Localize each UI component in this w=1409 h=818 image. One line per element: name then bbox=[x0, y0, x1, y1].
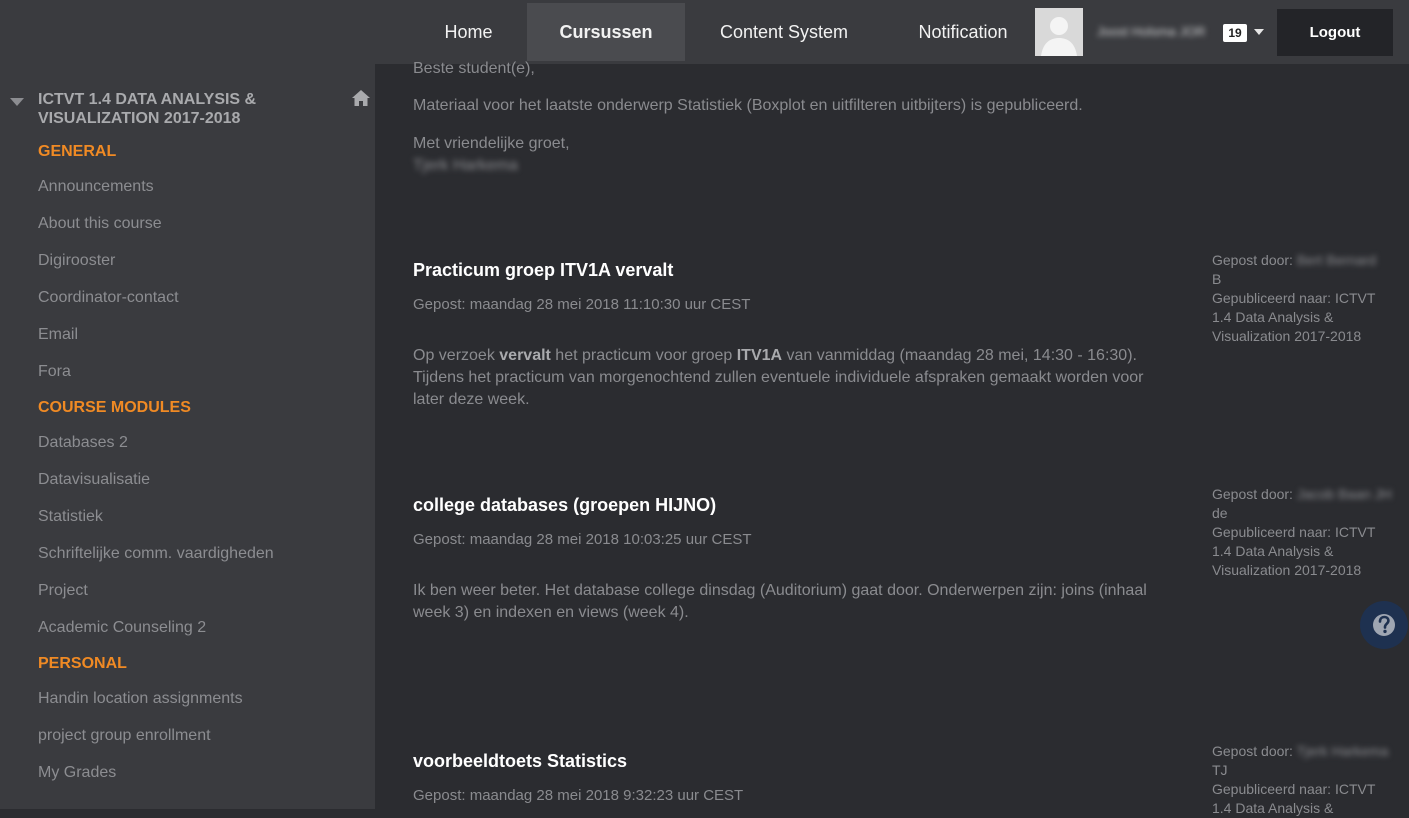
sidebar-item-statistiek[interactable]: Statistiek bbox=[38, 506, 103, 528]
collapse-triangle-icon[interactable] bbox=[10, 94, 24, 106]
question-mark-icon bbox=[1373, 614, 1395, 636]
help-button[interactable] bbox=[1360, 601, 1408, 649]
sidebar-item-email[interactable]: Email bbox=[38, 324, 78, 346]
announcement-title[interactable]: voorbeeldtoets Statistics bbox=[413, 750, 627, 772]
sidebar-item-project-group-enrollment[interactable]: project group enrollment bbox=[38, 725, 211, 747]
sidebar-item-datavisualisatie[interactable]: Datavisualisatie bbox=[38, 469, 150, 491]
home-icon[interactable] bbox=[351, 89, 371, 107]
intro-body: Materiaal voor het laatste onderwerp Sta… bbox=[413, 97, 1083, 114]
announcement-meta: Gepost door: Tjerk Harkema TJ Gepublicee… bbox=[1212, 743, 1389, 816]
intro-greeting: Beste student(e), bbox=[413, 60, 535, 77]
sidebar-item-announcements[interactable]: Announcements bbox=[38, 176, 154, 198]
announcement-meta: Gepost door: Bert Bernard B Gepubliceerd… bbox=[1212, 252, 1377, 344]
sidebar-item-handin-location[interactable]: Handin location assignments bbox=[38, 688, 243, 710]
sidebar-item-databases-2[interactable]: Databases 2 bbox=[38, 432, 128, 454]
section-course-modules: COURSE MODULES bbox=[38, 399, 191, 416]
sidebar-item-digirooster[interactable]: Digirooster bbox=[38, 250, 115, 272]
sidebar-item-project[interactable]: Project bbox=[38, 580, 88, 602]
announcement-date: Gepost: maandag 28 mei 2018 11:10:30 uur… bbox=[413, 296, 751, 313]
course-title[interactable]: ICTVT 1.4 DATA ANALYSIS & VISUALIZATION … bbox=[38, 90, 338, 128]
nav-cursussen[interactable]: Cursussen bbox=[527, 3, 685, 61]
top-navigation-bar: Home Cursussen Content System Notificati… bbox=[0, 0, 1409, 64]
announcement-date: Gepost: maandag 28 mei 2018 10:03:25 uur… bbox=[413, 531, 752, 548]
announcement-body: Ik ben weer beter. Het database college … bbox=[413, 582, 1147, 621]
poster-name: Tjerk Harkema bbox=[1296, 743, 1389, 759]
user-avatar-icon[interactable] bbox=[1035, 8, 1083, 56]
section-personal: PERSONAL bbox=[38, 655, 127, 672]
course-sidebar: ICTVT 1.4 DATA ANALYSIS & VISUALIZATION … bbox=[0, 64, 375, 809]
section-general: GENERAL bbox=[38, 143, 117, 160]
sidebar-item-fora[interactable]: Fora bbox=[38, 361, 71, 383]
announcement-date: Gepost: maandag 28 mei 2018 9:32:23 uur … bbox=[413, 787, 744, 804]
announcements-content: Beste student(e), Materiaal voor het laa… bbox=[375, 60, 1409, 816]
notification-count-badge[interactable]: 19 bbox=[1223, 24, 1247, 42]
nav-content-system[interactable]: Content System bbox=[700, 0, 868, 64]
nav-home[interactable]: Home bbox=[420, 0, 517, 64]
announcement-body: Op verzoek vervalt het practicum voor gr… bbox=[413, 347, 1144, 408]
sidebar-item-coordinator-contact[interactable]: Coordinator-contact bbox=[38, 287, 179, 309]
sidebar-item-my-grades[interactable]: My Grades bbox=[38, 762, 116, 784]
announcement-title[interactable]: college databases (groepen HIJNO) bbox=[413, 494, 716, 516]
sidebar-item-about-this-course[interactable]: About this course bbox=[38, 213, 162, 235]
announcement-meta: Gepost door: Jacob Baan JH de Gepublicee… bbox=[1212, 486, 1392, 578]
announcement-title[interactable]: Practicum groep ITV1A vervalt bbox=[413, 259, 673, 281]
poster-name: Jacob Baan JH bbox=[1296, 486, 1392, 502]
intro-signature: Tjerk Harkema bbox=[413, 157, 518, 174]
caret-down-icon[interactable] bbox=[1252, 25, 1266, 39]
sidebar-item-academic-counseling-2[interactable]: Academic Counseling 2 bbox=[38, 617, 206, 639]
sidebar-item-schriftelijke-comm[interactable]: Schriftelijke comm. vaardigheden bbox=[38, 543, 274, 565]
intro-closing: Met vriendelijke groet, bbox=[413, 135, 570, 152]
nav-notification[interactable]: Notification bbox=[898, 0, 1028, 64]
poster-name: Bert Bernard bbox=[1296, 252, 1377, 268]
user-name[interactable]: Joost Holsma JOR bbox=[1097, 22, 1219, 42]
logout-button[interactable]: Logout bbox=[1277, 9, 1393, 56]
